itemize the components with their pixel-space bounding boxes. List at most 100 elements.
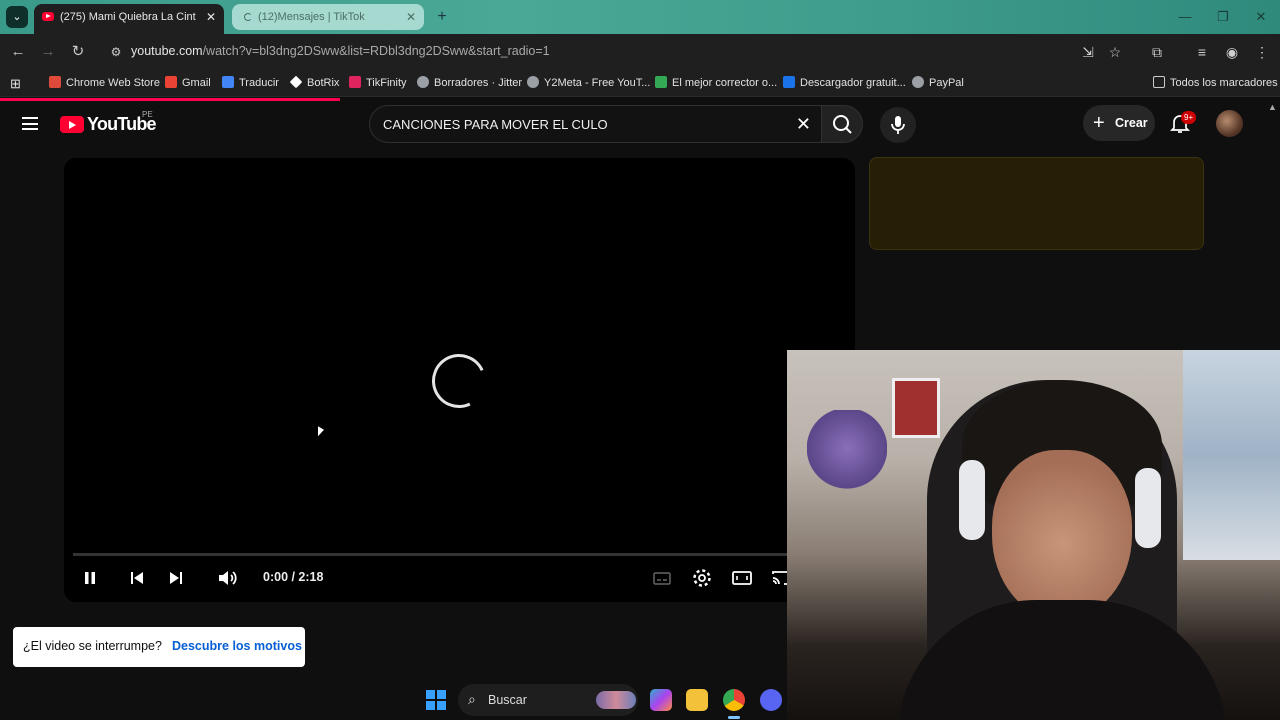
close-tab-icon[interactable]: ✕ <box>406 4 416 30</box>
browser-toolbar: ← → ↻ ⚙ youtube.com/watch?v=bl3dng2DSww&… <box>0 34 1280 70</box>
apps-icon[interactable]: ⊞ <box>10 75 21 92</box>
bookmark-descargador[interactable]: Descargador gratuit... <box>783 75 906 92</box>
taskbar-search[interactable]: ⌕ Buscar <box>458 684 638 716</box>
translate-icon <box>222 76 234 88</box>
bookmark-traducir[interactable]: Traducir <box>222 75 279 92</box>
bookmark-label: Borradores · Jitter <box>434 77 523 89</box>
loading-spinner-icon <box>424 346 494 416</box>
back-icon[interactable]: ← <box>8 42 28 62</box>
active-app-indicator <box>728 716 740 719</box>
bookmark-botrix[interactable]: BotRix <box>289 75 339 92</box>
site-info-icon[interactable]: ⚙ <box>108 44 124 60</box>
youtube-favicon-icon <box>42 12 54 21</box>
avatar[interactable] <box>1216 110 1243 137</box>
search-input[interactable]: CANCIONES PARA MOVER EL CULO ✕ <box>369 105 821 143</box>
toast-message: ¿El video se interrumpe? <box>23 639 162 653</box>
bookmark-jitter[interactable]: Borradores · Jitter <box>417 75 522 92</box>
install-app-icon[interactable]: ⇲ <box>1078 42 1098 62</box>
next-button[interactable] <box>164 566 188 590</box>
loading-icon <box>244 13 252 21</box>
media-control-icon[interactable]: ≡ <box>1192 42 1212 62</box>
subtitles-button[interactable] <box>650 566 674 590</box>
scroll-up-icon[interactable]: ▲ <box>1268 102 1277 112</box>
notification-badge: 9+ <box>1181 111 1197 124</box>
time-display: 0:00 / 2:18 <box>263 570 324 584</box>
plush-toy <box>807 410 887 495</box>
theater-mode-icon <box>732 571 752 585</box>
bookmark-y2meta[interactable]: Y2Meta - Free YouT... <box>527 75 650 92</box>
bookmark-corrector[interactable]: El mejor corrector o... <box>655 75 777 92</box>
profile-icon[interactable]: ◉ <box>1222 42 1242 62</box>
wall-posters <box>1183 350 1280 560</box>
close-window-icon[interactable]: ✕ <box>1242 0 1280 34</box>
chrome-icon[interactable] <box>723 689 745 711</box>
bookmark-label: Traducir <box>239 77 279 89</box>
bookmark-label: Chrome Web Store <box>66 77 160 89</box>
address-bar[interactable]: ⚙ youtube.com/watch?v=bl3dng2DSww&list=R… <box>100 38 1140 66</box>
pause-icon <box>85 572 95 584</box>
playback-issue-toast: ¿El video se interrumpe? Descubre los mo… <box>13 627 305 667</box>
all-bookmarks-label: Todos los marcadores <box>1170 77 1278 89</box>
hamburger-menu-icon[interactable] <box>22 117 38 130</box>
tab-search-chevron-icon[interactable]: ⌄ <box>6 6 28 28</box>
search-icon: ⌕ <box>468 691 476 707</box>
youtube-play-icon <box>60 116 84 133</box>
tab-tiktok[interactable]: (12)Mensajes | TikTok ✕ <box>232 4 424 30</box>
bookmark-chrome-web-store[interactable]: Chrome Web Store <box>49 75 160 92</box>
theater-mode-button[interactable] <box>730 566 754 590</box>
voice-search-button[interactable] <box>880 107 916 143</box>
minimize-icon[interactable]: — <box>1166 0 1204 34</box>
clear-search-icon[interactable]: ✕ <box>796 114 811 135</box>
corrector-icon <box>655 76 667 88</box>
file-explorer-icon[interactable] <box>686 689 708 711</box>
browser-tab-strip: ⌄ (275) Mami Quiebra La Cintura ✕ (12)Me… <box>0 0 1280 34</box>
reload-icon[interactable]: ↻ <box>68 42 88 62</box>
restore-icon[interactable]: ❐ <box>1204 0 1242 34</box>
globe-icon <box>912 76 924 88</box>
url-path: /watch?v=bl3dng2DSww&list=RDbl3dng2DSww&… <box>202 44 550 58</box>
botrix-icon <box>289 75 303 89</box>
new-tab-icon[interactable]: + <box>432 8 452 26</box>
close-tab-icon[interactable]: ✕ <box>206 4 216 30</box>
person-face <box>992 450 1132 620</box>
discord-icon[interactable] <box>760 689 782 711</box>
previous-icon <box>131 572 143 584</box>
search-query-text: CANCIONES PARA MOVER EL CULO <box>383 117 608 132</box>
volume-button[interactable] <box>215 566 239 590</box>
settings-button[interactable] <box>690 566 714 590</box>
search-button[interactable] <box>821 105 863 143</box>
sidebar-ad-placeholder <box>869 157 1204 250</box>
video-progress-bar[interactable] <box>73 553 843 556</box>
picture-frame <box>892 378 940 438</box>
folder-icon <box>1153 76 1165 88</box>
bookmark-paypal[interactable]: PayPal <box>912 75 964 92</box>
chrome-web-store-icon <box>49 76 61 88</box>
extensions-icon[interactable]: ⧉ <box>1147 42 1167 62</box>
windows-start-icon[interactable] <box>426 690 446 710</box>
volume-icon <box>219 571 237 585</box>
copilot-icon[interactable] <box>650 689 672 711</box>
bookmark-label: Gmail <box>182 77 211 89</box>
country-code: PE <box>142 110 153 119</box>
toast-link[interactable]: Descubre los motivos <box>172 639 302 653</box>
windows-taskbar: ⌕ Buscar <box>0 680 787 720</box>
bookmark-tikfinity[interactable]: TikFinity <box>349 75 407 92</box>
video-player[interactable]: 0:00 / 2:18 <box>64 158 855 602</box>
subtitles-icon <box>653 572 671 585</box>
pause-button[interactable] <box>78 566 102 590</box>
url-host: youtube.com <box>131 44 203 58</box>
bookmark-star-icon[interactable]: ☆ <box>1105 42 1125 62</box>
tab-youtube[interactable]: (275) Mami Quiebra La Cintura ✕ <box>34 4 224 34</box>
menu-icon[interactable]: ⋮ <box>1252 42 1272 62</box>
previous-button[interactable] <box>125 566 149 590</box>
create-button[interactable]: + Crear <box>1083 105 1155 141</box>
bookmark-gmail[interactable]: Gmail <box>165 75 211 92</box>
all-bookmarks[interactable]: Todos los marcadores <box>1153 75 1278 92</box>
globe-icon <box>417 76 429 88</box>
headphones-right <box>1135 468 1161 548</box>
tab-title: (275) Mami Quiebra La Cintura <box>60 11 196 23</box>
create-label: Crear <box>1115 116 1148 130</box>
search-highlight-image <box>596 691 636 709</box>
forward-icon[interactable]: → <box>38 42 58 62</box>
bookmark-label: Descargador gratuit... <box>800 77 906 89</box>
